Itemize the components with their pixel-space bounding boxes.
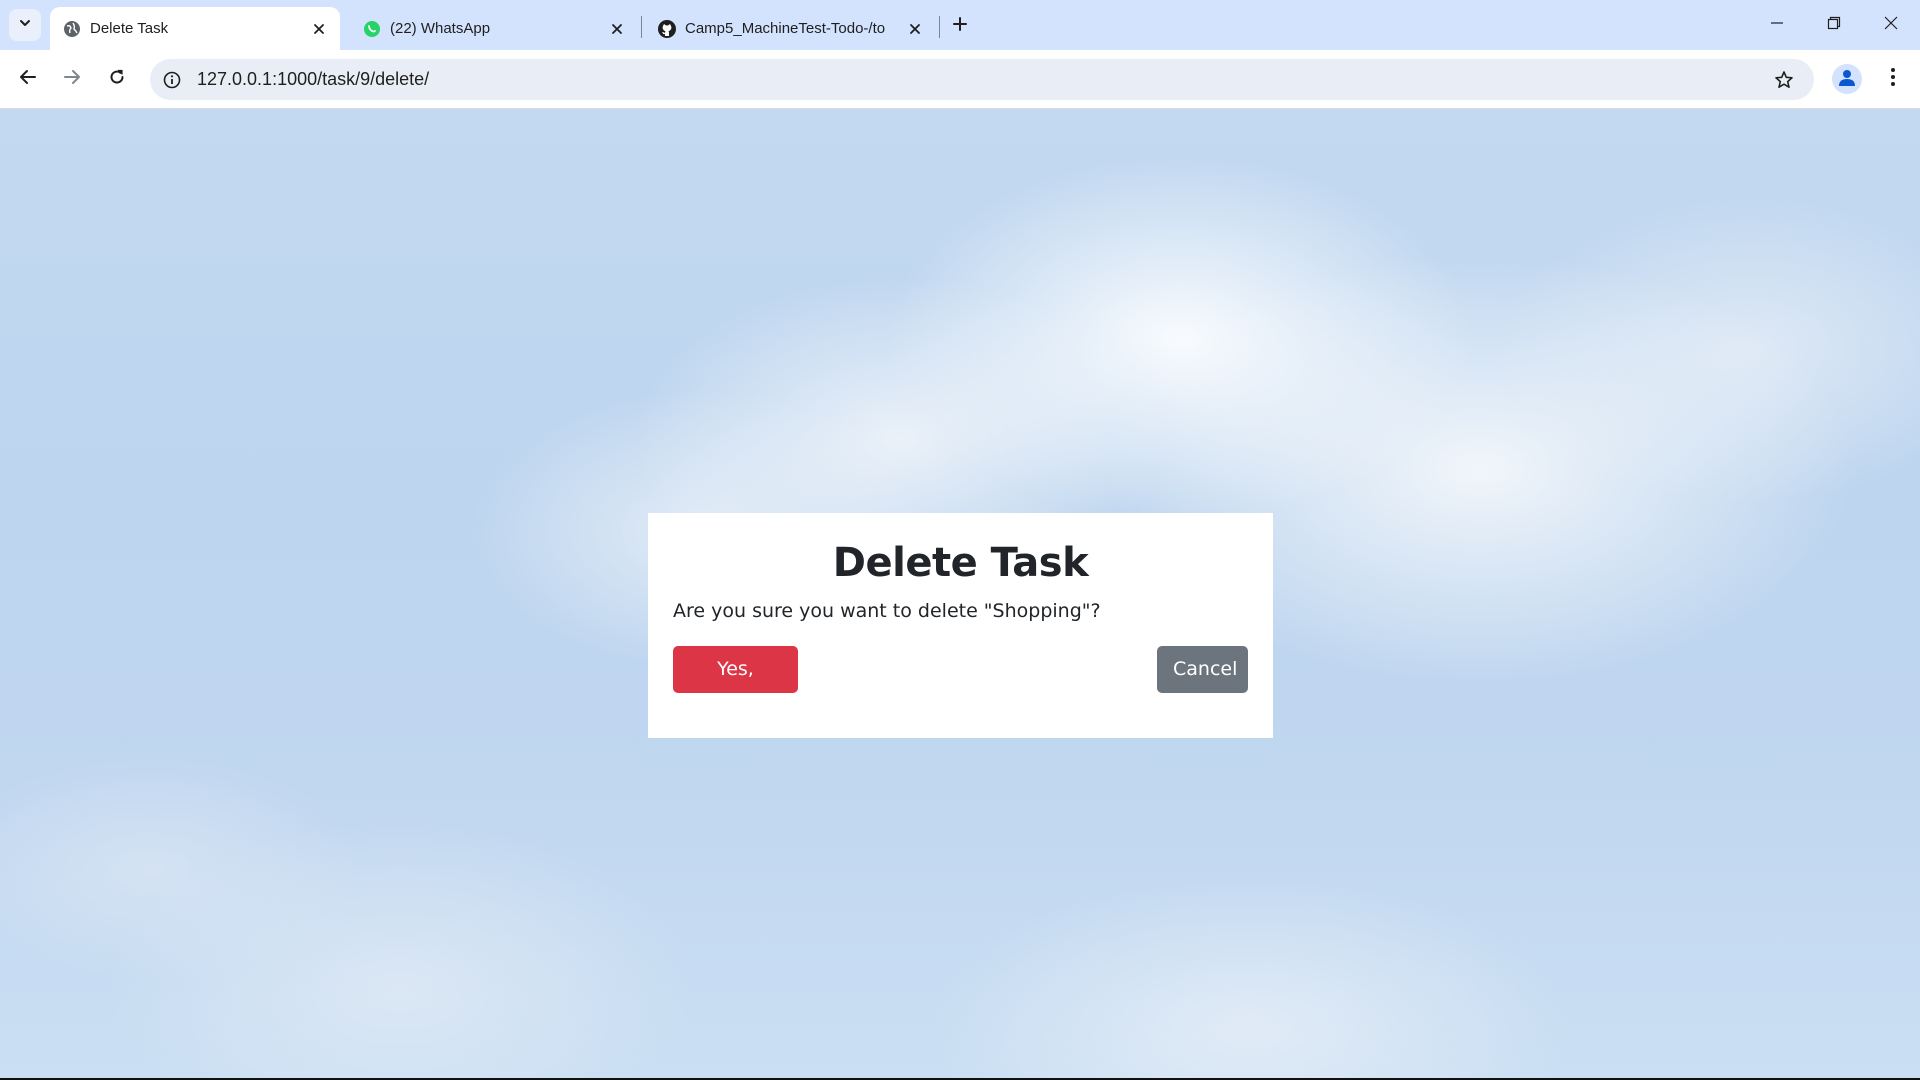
browser-menu-button[interactable] [1878,64,1908,94]
github-icon [657,19,677,39]
tab-separator [939,16,940,38]
back-button[interactable] [10,61,46,97]
info-icon[interactable] [161,69,183,91]
chevron-down-icon [18,16,32,35]
reload-icon [108,68,126,91]
confirm-message: Are you sure you want to delete "Shoppin… [673,600,1101,622]
restore-icon [1827,16,1841,35]
minimize-button[interactable] [1748,0,1806,50]
delete-confirm-card: Delete Task Are you sure you want to del… [648,513,1273,738]
restore-button[interactable] [1805,0,1863,50]
globe-icon [62,19,82,39]
close-window-button[interactable] [1862,0,1920,50]
arrow-right-icon [63,68,81,91]
tab-title: Delete Task [90,20,169,37]
address-bar[interactable]: 127.0.0.1:1000/task/9/delete/ [150,59,1814,100]
tab-delete-task[interactable]: Delete Task [50,7,340,50]
tab-title: (22) WhatsApp [390,20,491,37]
person-icon [1836,66,1858,93]
tab-title: Camp5_MachineTest-Todo-/tod [685,20,885,37]
close-icon[interactable] [309,19,329,39]
reload-button[interactable] [99,61,135,97]
page-viewport: Delete Task Are you sure you want to del… [0,109,1920,1078]
button-row: Yes, delete Cancel [673,646,1248,727]
profile-avatar[interactable] [1832,64,1862,94]
forward-button[interactable] [54,61,90,97]
minimize-icon [1770,16,1784,35]
tab-separator [641,16,642,38]
tab-github[interactable]: Camp5_MachineTest-Todo-/tod [645,7,935,50]
arrow-left-icon [19,68,37,91]
close-icon[interactable] [607,19,627,39]
browser-toolbar: 127.0.0.1:1000/task/9/delete/ [0,50,1920,109]
whatsapp-icon [362,19,382,39]
page-title: Delete Task [832,540,1089,586]
close-icon[interactable] [905,19,925,39]
url-text[interactable]: 127.0.0.1:1000/task/9/delete/ [197,59,429,100]
more-vertical-icon [1890,67,1896,92]
tab-strip: Delete Task (22) WhatsApp Camp5_MachineT… [0,0,1920,50]
browser-window: Delete Task (22) WhatsApp Camp5_MachineT… [0,0,1920,1078]
confirm-delete-button[interactable]: Yes, delete [673,646,798,727]
new-tab-button[interactable] [946,12,974,40]
star-icon[interactable] [1772,68,1796,92]
tab-search-button[interactable] [9,9,41,41]
tab-whatsapp[interactable]: (22) WhatsApp [350,7,640,50]
cancel-button[interactable]: Cancel [1157,646,1248,693]
plus-icon [952,16,968,37]
close-icon [1884,16,1898,35]
